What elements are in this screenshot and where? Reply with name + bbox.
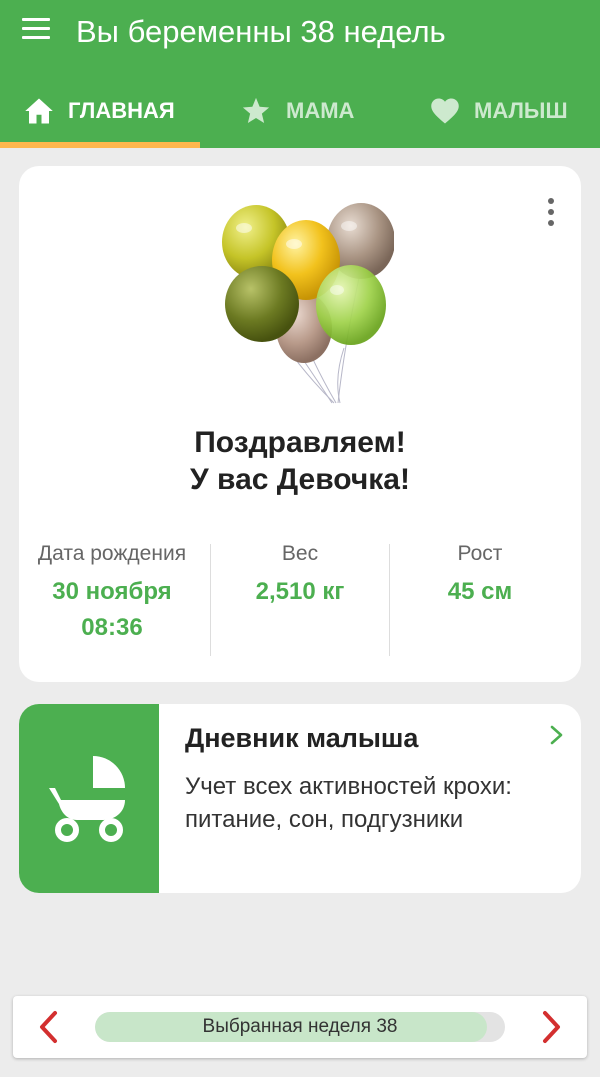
tab-active-indicator [0, 142, 200, 148]
tab-baby-label: МАЛЫШ [474, 98, 568, 123]
chevron-left-icon[interactable] [37, 1010, 61, 1044]
birth-date-value: 30 ноября [52, 578, 172, 605]
stat-label: Дата рождения [37, 542, 187, 565]
weight-value: 2,510 кг [255, 578, 345, 605]
diary-title: Дневник малыша [185, 723, 419, 753]
stat-weight: Вес 2,510 кг [207, 540, 393, 610]
star-icon [242, 97, 270, 123]
heart-icon [431, 98, 459, 124]
congrats-line2: У вас Девочка! [190, 463, 410, 496]
stat-label: Рост [457, 542, 503, 565]
tab-home[interactable]: ГЛАВНАЯ [24, 74, 175, 148]
tab-bar: ГЛАВНАЯ МАМА МАЛЫШ [0, 74, 600, 148]
page-title: Вы беременны 38 недель [76, 14, 446, 49]
tab-home-label: ГЛАВНАЯ [68, 98, 175, 123]
height-value: 45 см [447, 578, 513, 605]
stat-label: Вес [281, 542, 319, 565]
congratulations-heading: Поздравляем! У вас Девочка! [19, 424, 581, 498]
balloons-illustration [222, 203, 394, 404]
stat-value: 30 ноября 08:36 [19, 574, 205, 646]
tab-mom-label: МАМА [286, 98, 355, 123]
selected-week-label: Выбранная неделя 38 [202, 1016, 398, 1037]
chevron-right-icon[interactable] [549, 724, 565, 746]
diary-description: Учет всех активностей крохи: питание, со… [185, 773, 512, 833]
congrats-line1: Поздравляем! [194, 426, 406, 459]
stroller-icon [49, 756, 125, 842]
birth-stats: Дата рождения 30 ноября 08:36 Вес 2,510 … [19, 540, 581, 660]
more-vertical-icon[interactable] [547, 198, 555, 226]
tab-mom[interactable]: МАМА [240, 74, 354, 148]
chevron-right-icon[interactable] [539, 1010, 563, 1044]
stat-birth-date: Дата рождения 30 ноября 08:36 [19, 540, 205, 646]
birth-time-value: 08:36 [81, 614, 143, 641]
week-selector: Выбранная неделя 38 [13, 996, 587, 1058]
stat-height: Рост 45 см [387, 540, 573, 610]
diary-icon-tile [19, 704, 159, 893]
birth-card: Поздравляем! У вас Девочка! Дата рождени… [19, 166, 581, 682]
week-progress-bar[interactable]: Выбранная неделя 38 [95, 1012, 505, 1042]
app-bar: Вы беременны 38 недель ГЛАВНАЯ МАМА МАЛЫ… [0, 0, 600, 148]
hamburger-menu-icon[interactable] [22, 18, 52, 42]
home-icon [25, 98, 53, 124]
baby-diary-card[interactable]: Дневник малыша Учет всех активностей кро… [19, 704, 581, 893]
tab-baby[interactable]: МАЛЫШ [430, 74, 568, 148]
